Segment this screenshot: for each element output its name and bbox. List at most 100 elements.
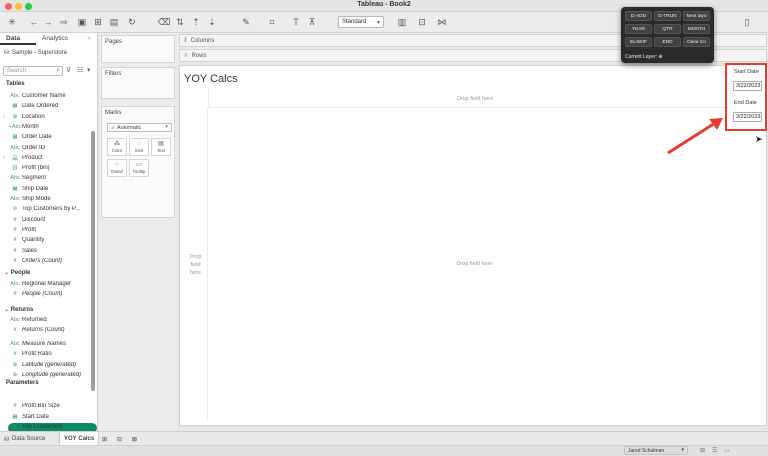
field-item[interactable]: ▦ Order Date [0, 132, 92, 142]
group-icon[interactable]: ⌗ [266, 16, 278, 28]
field-item[interactable]: # Profit Ratio [0, 349, 92, 359]
list-view-icon[interactable]: ☰ [712, 447, 717, 454]
parameter-item[interactable]: ▦ Start Date [0, 412, 92, 422]
field-item[interactable]: ▦ Ship Date [0, 184, 92, 194]
tab-analytics[interactable]: Analytics [36, 33, 78, 45]
sheet-title[interactable]: YOY Calcs [184, 73, 238, 85]
size-button[interactable]: ◌ Size [129, 138, 149, 156]
field-item[interactable]: ⊕ Longitude (generated) [0, 370, 92, 380]
user-name: Jared Schulman [628, 448, 665, 454]
keypad-button[interactable]: Clear Co [683, 37, 710, 47]
save-icon[interactable]: ▣ [76, 16, 88, 28]
highlight-icon[interactable]: ✎ [240, 16, 252, 28]
field-item[interactable]: Abc Segment [0, 173, 92, 183]
field-item[interactable]: # Orders (Count) [0, 256, 92, 266]
tab-yoy-calcs[interactable]: YOY Calcs [59, 432, 100, 446]
field-item[interactable]: Abc Measure Names [0, 339, 92, 349]
field-item[interactable]: › ⊕ Location [0, 112, 92, 122]
view-drop-zone[interactable]: Drop field here [208, 108, 741, 420]
sort-descending-icon[interactable]: ⇣ [206, 16, 218, 28]
field-item[interactable]: Abc Order ID [0, 143, 92, 153]
labels-icon[interactable]: T [290, 16, 302, 28]
swap-rows-columns-icon[interactable]: ⇅ [174, 16, 186, 28]
menu-icon[interactable]: ▾ [87, 66, 91, 74]
keypad-button[interactable]: MONTH [683, 24, 710, 34]
color-button[interactable]: ⁂ Color [107, 138, 127, 156]
field-type-icon: ▦ [12, 413, 18, 420]
field-label: Product [22, 154, 43, 161]
new-story-tab-icon[interactable]: ⊠ [128, 432, 141, 446]
field-item[interactable]: +Abc Month [0, 122, 92, 132]
collapse-pane-icon[interactable]: ‹ [88, 35, 90, 42]
field-item[interactable]: Abc Ship Mode [0, 194, 92, 204]
new-data-source-icon[interactable]: ⊞ [92, 16, 104, 28]
data-pane-scrollbar[interactable] [91, 131, 95, 391]
field-item[interactable]: # People (Count) [0, 289, 92, 299]
sort-ascending-icon[interactable]: ⇡ [190, 16, 202, 28]
refresh-icon[interactable]: ↻ [126, 16, 138, 28]
keypad-button[interactable]: D-ADD [625, 11, 652, 21]
data-source-item[interactable]: ⛁ Sample - Superstore [4, 47, 94, 58]
current-layer-text: Current Layer: [625, 54, 657, 60]
field-label: Ship Date [22, 185, 49, 192]
tableau-logo-icon[interactable]: ✳ [6, 16, 18, 28]
back-icon[interactable]: ← [28, 16, 40, 28]
text-button[interactable]: ▤ Text [151, 138, 171, 156]
field-item[interactable]: Abc Returned [0, 315, 92, 325]
new-worksheet-tab-icon[interactable]: ⊞ [98, 432, 111, 446]
field-item[interactable]: Abc Customer Name [0, 91, 92, 101]
new-worksheet-icon[interactable]: ▤ [108, 16, 120, 28]
new-dashboard-tab-icon[interactable]: ⊟ [113, 432, 126, 446]
columns-drop-zone[interactable]: Drop field here [208, 88, 741, 108]
clear-sheet-icon[interactable]: ⌫ [158, 16, 171, 28]
field-label: Location [22, 113, 45, 120]
filter-icon[interactable]: ⊽ [66, 66, 71, 74]
keypad-button[interactable]: ELSEIF [625, 37, 652, 47]
rows-drop-zone[interactable]: Drop field here [184, 108, 208, 420]
view-options-icon[interactable]: ☷ [77, 66, 83, 74]
keypad-button[interactable]: D-TRUN [654, 11, 681, 21]
field-item[interactable]: ▥ Profit (bin) [0, 163, 92, 173]
section-people[interactable]: ⌄ People [4, 269, 84, 276]
keypad-button[interactable]: END [654, 37, 681, 47]
field-item[interactable]: # Discount [0, 215, 92, 225]
user-account-menu[interactable]: Jared Schulman ▾ [624, 446, 688, 455]
parameter-item[interactable]: # Profit Bin Size [0, 401, 92, 411]
presentation-icon[interactable]: ⊡ [416, 16, 428, 28]
field-item[interactable]: # Sales [0, 246, 92, 256]
field-item[interactable]: › 品 Product [0, 153, 92, 163]
field-item[interactable]: # Profit [0, 225, 92, 235]
field-type-icon: ⊘ [12, 206, 18, 213]
mark-type-dropdown[interactable]: ⇙ Automatic ▾ [107, 123, 172, 132]
detail-button[interactable]: ⁘ Detail [107, 159, 127, 177]
tab-data[interactable]: Data [0, 33, 36, 45]
keypad-button[interactable]: QTR [654, 24, 681, 34]
field-item[interactable]: # Quantity [0, 235, 92, 245]
forward-icon[interactable]: → [42, 16, 54, 28]
tab-data-source[interactable]: ⛁ Data Source [0, 432, 49, 446]
fit-dropdown[interactable]: Standard ▾ [338, 16, 384, 28]
parameter-item[interactable]: ▦ End Date [0, 391, 92, 401]
section-returns[interactable]: ⌄ Returns [4, 306, 84, 313]
grid-view-icon[interactable]: ⊞ [700, 447, 705, 454]
keypad-button[interactable]: Next layo [683, 11, 710, 21]
pin-icon[interactable]: ⊼ [306, 16, 318, 28]
search-input[interactable]: Search ⌕ [3, 66, 63, 76]
redo-icon[interactable]: ⇨ [58, 16, 70, 28]
filters-card[interactable]: Filters [101, 67, 175, 99]
keypad-button[interactable]: YEAR [625, 24, 652, 34]
field-type-icon: # [13, 237, 17, 244]
text-label: Text [156, 148, 166, 153]
share-icon[interactable]: ⋈ [436, 16, 448, 28]
field-item[interactable]: ⊘ Top Customers by P... [0, 204, 92, 214]
tooltip-button[interactable]: ▭ Tooltip [129, 159, 149, 177]
show-cards-icon[interactable]: ▥ [396, 16, 408, 28]
pages-card[interactable]: Pages [101, 35, 175, 63]
filmstrip-view-icon[interactable]: ▭ [724, 447, 730, 454]
field-item[interactable]: ⊕ Latitude (generated) [0, 360, 92, 370]
field-item[interactable]: # Returns (Count) [0, 325, 92, 335]
show-me-icon[interactable]: ▯ [741, 16, 753, 28]
size-icon: ◌ [137, 141, 141, 147]
field-item[interactable]: ▦ Date Ordered [0, 101, 92, 111]
field-item[interactable]: Abc Regional Manager [0, 279, 92, 289]
